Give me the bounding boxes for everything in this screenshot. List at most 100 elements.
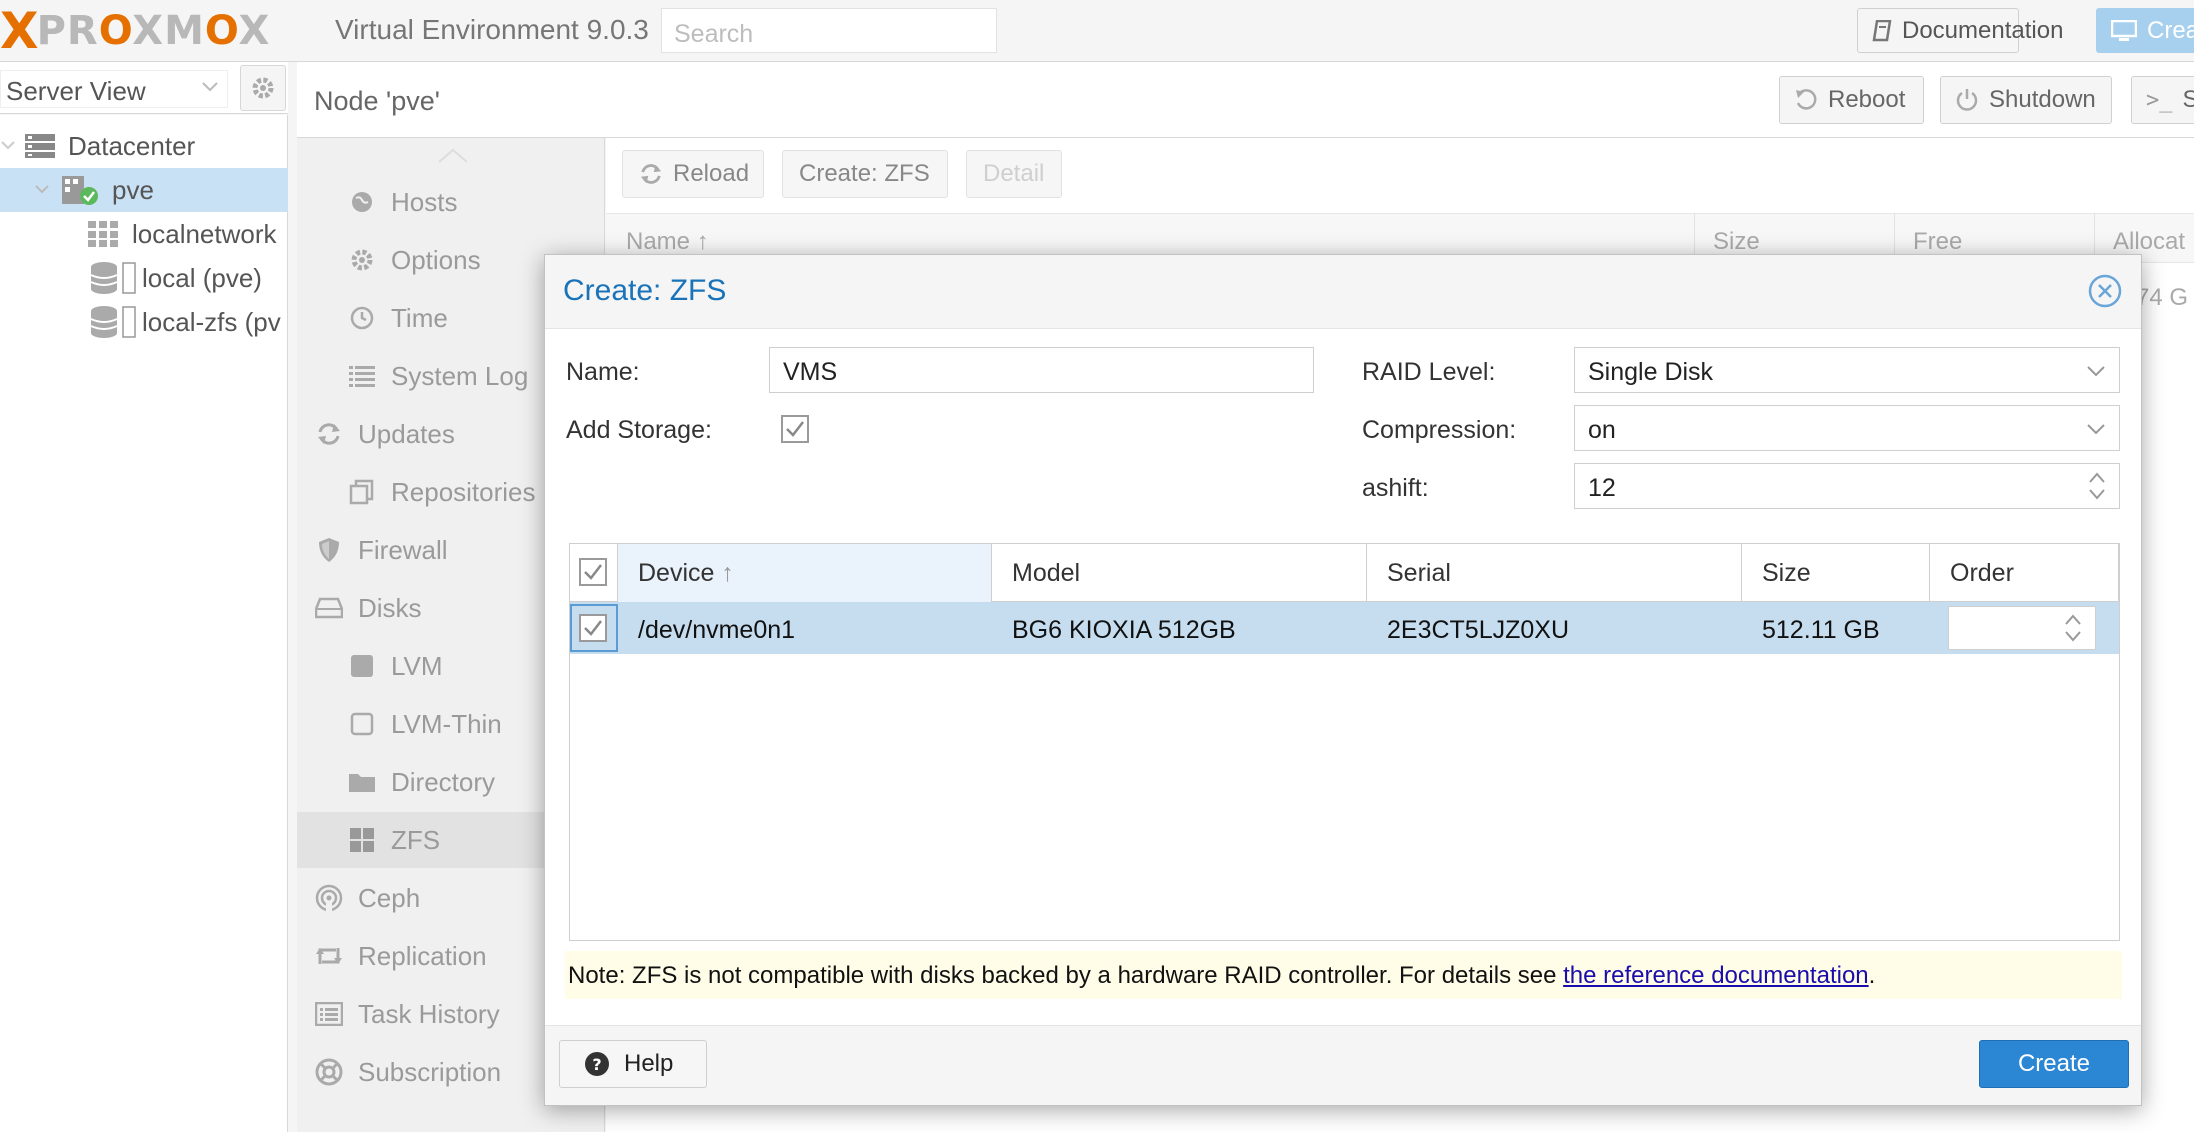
submenu-label: LVM-Thin bbox=[391, 708, 502, 739]
clock-icon bbox=[347, 306, 377, 330]
ashift-spinner[interactable]: 12 bbox=[1574, 463, 2120, 509]
tree-item-label: Datacenter bbox=[68, 130, 196, 161]
logo-part: PR bbox=[36, 8, 99, 54]
submenu-label: Firewall bbox=[358, 534, 448, 565]
submenu-label: Directory bbox=[391, 766, 496, 797]
tree-item-local-pve[interactable]: local (pve) bbox=[0, 256, 288, 300]
column-size[interactable]: Size bbox=[1742, 544, 1930, 602]
shell-label: S bbox=[2182, 86, 2194, 113]
tree-item-label: localnetwork bbox=[132, 218, 277, 249]
column-model[interactable]: Model bbox=[992, 544, 1367, 602]
ashift-value: 12 bbox=[1588, 474, 1616, 502]
submenu-label: Options bbox=[391, 244, 481, 275]
pool-row-allocated-partial: 74 G bbox=[2136, 284, 2189, 311]
logo-part: X bbox=[238, 8, 271, 54]
disk-order-spinner[interactable] bbox=[1948, 606, 2096, 650]
compression-value: on bbox=[1588, 416, 1616, 444]
column-size[interactable]: Size bbox=[1713, 228, 1760, 256]
chevron-down-icon bbox=[2085, 418, 2107, 440]
submenu-label: Disks bbox=[358, 592, 422, 623]
create-button[interactable]: Create bbox=[1979, 1040, 2129, 1088]
column-free[interactable]: Free bbox=[1913, 228, 1962, 256]
column-serial[interactable]: Serial bbox=[1367, 544, 1742, 602]
shell-button[interactable]: >_ S bbox=[2131, 76, 2194, 124]
disk-select-checkbox[interactable] bbox=[579, 614, 607, 642]
add-storage-label: Add Storage: bbox=[566, 416, 712, 444]
select-all-checkbox[interactable] bbox=[579, 558, 607, 586]
compression-select[interactable]: on bbox=[1574, 405, 2120, 451]
disk-serial: 2E3CT5LJZ0XU bbox=[1387, 616, 1570, 644]
view-selector[interactable]: Server View bbox=[0, 70, 228, 108]
documentation-button[interactable]: Documentation bbox=[1857, 8, 2063, 53]
create-zfs-dialog: Create: ZFS Name: VMS Add Storage: RAID … bbox=[544, 254, 2142, 1106]
add-storage-checkbox[interactable] bbox=[781, 415, 809, 443]
question-circle-icon: ? bbox=[584, 1051, 610, 1077]
documentation-label: Documentation bbox=[1902, 16, 2064, 44]
dialog-header: Create: ZFS bbox=[545, 255, 2141, 329]
tree-item-label: local-zfs (pv bbox=[142, 306, 281, 337]
logo-x-mark: X bbox=[0, 2, 39, 60]
gear-icon bbox=[251, 76, 275, 100]
reboot-label: Reboot bbox=[1828, 86, 1906, 113]
close-button[interactable] bbox=[2087, 273, 2123, 309]
create-vm-button[interactable]: Crea bbox=[2096, 8, 2194, 53]
storage-icon bbox=[90, 305, 136, 339]
tree-item-localnetwork[interactable]: localnetwork bbox=[0, 212, 288, 256]
top-bar: X PROXMOX Virtual Environment 9.0.3 Sear… bbox=[0, 0, 2194, 62]
sdn-zone-icon bbox=[88, 221, 120, 247]
submenu-label: Replication bbox=[358, 940, 487, 971]
reboot-button[interactable]: Reboot bbox=[1779, 76, 1924, 124]
disk-selection-grid: Device ↑ Model Serial Size Order /dev/nv… bbox=[569, 543, 2120, 941]
spinner-arrows-icon[interactable] bbox=[2087, 468, 2107, 504]
column-order[interactable]: Order bbox=[1930, 544, 2119, 602]
submenu-item-hosts[interactable]: Hosts bbox=[297, 174, 605, 230]
tree-item-label: pve bbox=[112, 174, 154, 205]
view-selector-value: Server View bbox=[6, 76, 146, 106]
reference-documentation-link[interactable]: the reference documentation bbox=[1563, 962, 1869, 989]
tree-item-local-zfs[interactable]: local-zfs (pv bbox=[0, 300, 288, 344]
tree-item-pve[interactable]: pve bbox=[0, 168, 288, 212]
check-icon bbox=[786, 421, 804, 437]
name-label: Name: bbox=[566, 358, 640, 386]
submenu-label: LVM bbox=[391, 650, 443, 681]
spinner-arrows-icon[interactable] bbox=[2063, 610, 2083, 646]
monitor-icon bbox=[2111, 19, 2137, 42]
column-allocated[interactable]: Allocat bbox=[2113, 228, 2185, 256]
search-input[interactable]: Search bbox=[661, 8, 997, 53]
ashift-label: ashift: bbox=[1362, 474, 1429, 502]
raid-level-value: Single Disk bbox=[1588, 358, 1714, 386]
logo-part: O bbox=[98, 8, 133, 54]
detail-button[interactable]: Detail bbox=[966, 150, 1062, 198]
power-icon bbox=[1955, 88, 1979, 112]
logo-part: XM bbox=[132, 8, 205, 54]
create-zfs-label: Create: ZFS bbox=[799, 160, 930, 187]
terminal-icon: >_ bbox=[2146, 87, 2173, 113]
support-icon bbox=[314, 1058, 344, 1086]
hdd-icon bbox=[314, 597, 344, 619]
square-outline-icon bbox=[347, 712, 377, 736]
submenu-label: Repositories bbox=[391, 476, 536, 507]
tree-item-datacenter[interactable]: Datacenter bbox=[0, 124, 288, 168]
chevron-down-icon bbox=[201, 81, 219, 93]
tree-settings-button[interactable] bbox=[240, 65, 286, 111]
disk-grid-header: Device ↑ Model Serial Size Order bbox=[570, 544, 2119, 602]
help-button[interactable]: ? Help bbox=[559, 1040, 707, 1088]
reload-button[interactable]: Reload bbox=[622, 150, 764, 198]
name-field[interactable]: VMS bbox=[769, 347, 1314, 393]
svg-text:?: ? bbox=[592, 1055, 601, 1074]
create-zfs-button[interactable]: Create: ZFS bbox=[782, 150, 948, 198]
disk-device: /dev/nvme0n1 bbox=[638, 616, 796, 644]
column-device[interactable]: Device ↑ bbox=[618, 544, 992, 602]
node-header: Node 'pve' Reboot Shutdown >_ S bbox=[297, 62, 2194, 138]
refresh-icon bbox=[314, 422, 344, 446]
disk-row[interactable]: /dev/nvme0n1 BG6 KIOXIA 512GB 2E3CT5LJZ0… bbox=[570, 602, 2119, 654]
column-name[interactable]: Name ↑ bbox=[626, 228, 709, 256]
grid-icon bbox=[347, 827, 377, 853]
submenu-label: Time bbox=[391, 302, 448, 333]
disk-select-cell bbox=[570, 604, 618, 652]
raid-level-select[interactable]: Single Disk bbox=[1574, 347, 2120, 393]
node-online-icon bbox=[60, 174, 100, 206]
copy-icon bbox=[347, 479, 377, 505]
shutdown-button[interactable]: Shutdown bbox=[1940, 76, 2112, 124]
scroll-up-icon[interactable] bbox=[437, 148, 469, 164]
